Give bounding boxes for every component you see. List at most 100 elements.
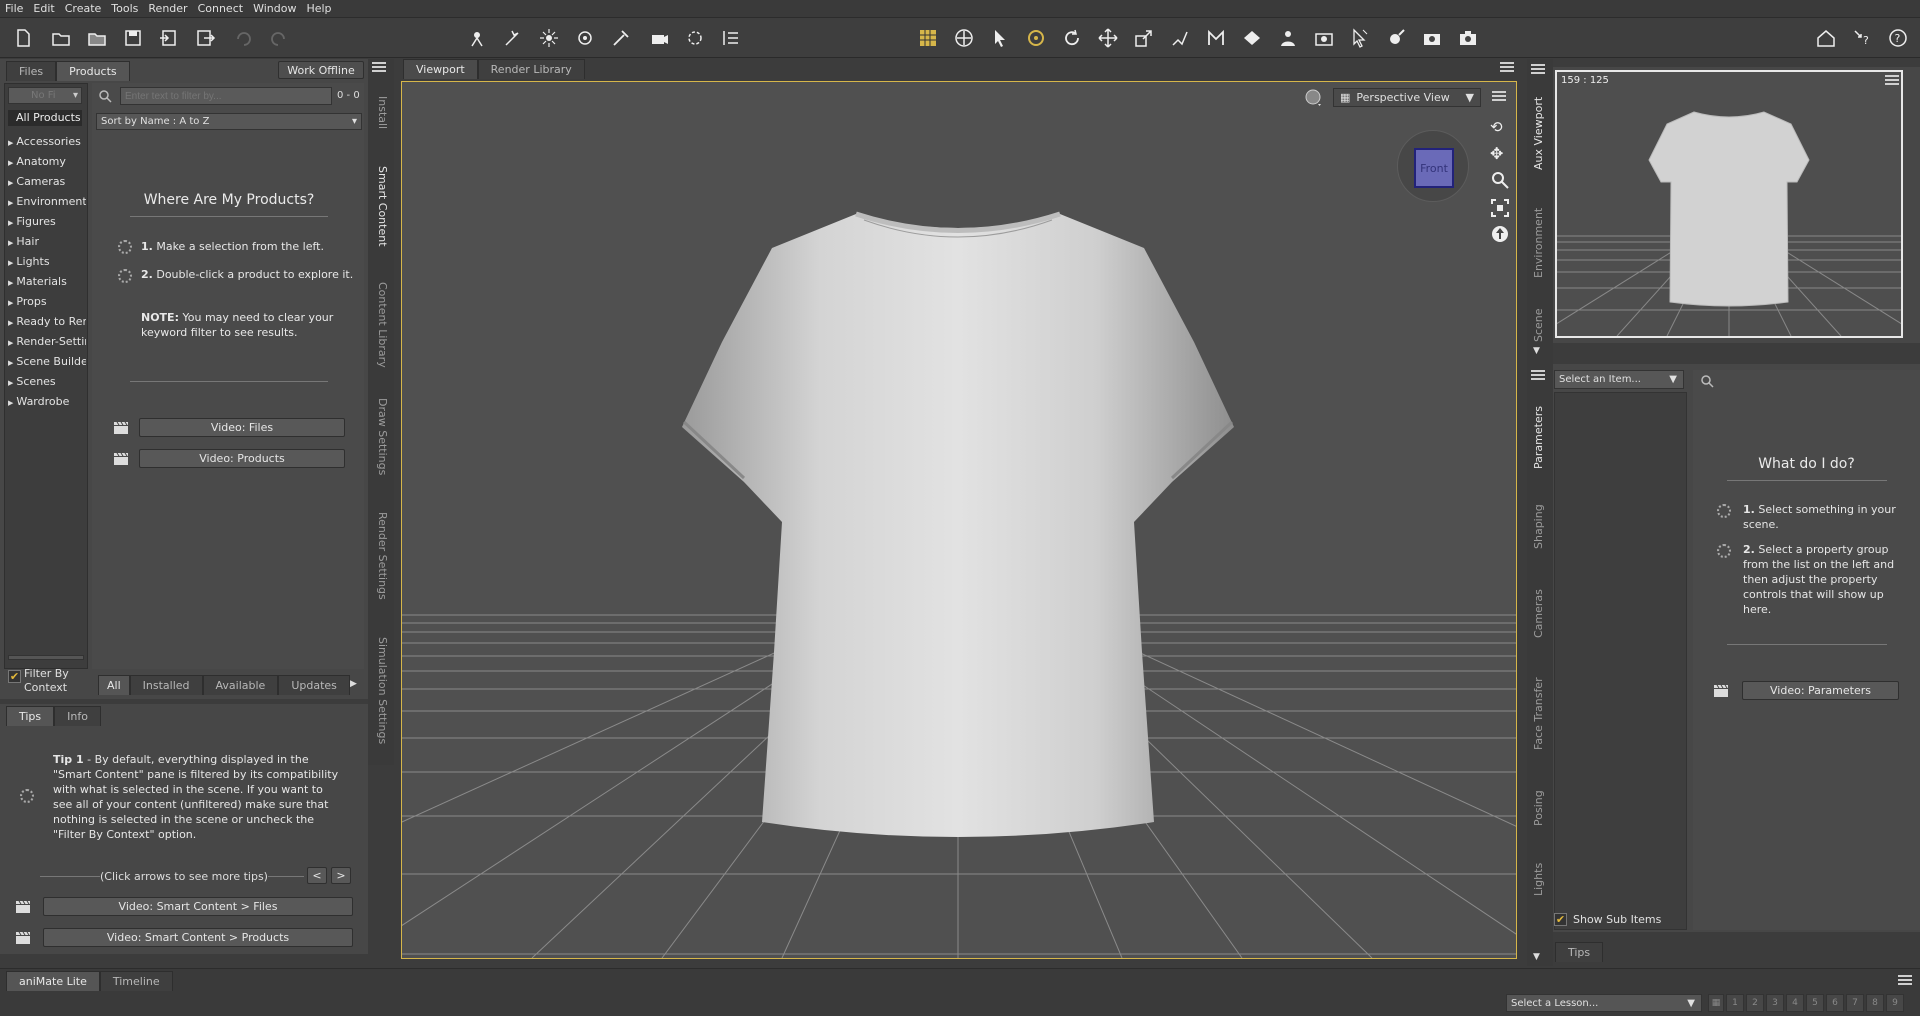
menu-edit[interactable]: Edit	[28, 2, 59, 15]
category-item[interactable]: Environments	[8, 195, 86, 208]
tab-info[interactable]: Info	[54, 706, 101, 726]
bottom-pane-menu-icon[interactable]	[1898, 975, 1912, 987]
menu-render[interactable]: Render	[143, 2, 192, 15]
select-item-dropdown[interactable]: Select an Item... ▼	[1554, 370, 1684, 389]
tab-products[interactable]: Products	[56, 61, 130, 81]
menu-file[interactable]: File	[0, 2, 28, 15]
vtab-install[interactable]: Install	[376, 96, 389, 129]
vtab-simulation-settings[interactable]: Simulation Settings	[376, 637, 389, 744]
tab-updates[interactable]: Updates	[278, 675, 350, 695]
menu-create[interactable]: Create	[60, 2, 107, 15]
node-selection-icon[interactable]	[987, 25, 1013, 51]
save-icon[interactable]	[120, 25, 146, 51]
lesson-page[interactable]: 5	[1806, 994, 1824, 1012]
scale-icon[interactable]	[1131, 25, 1157, 51]
filter-dropdown[interactable]: No Fi ▾	[8, 87, 82, 104]
camera-icon[interactable]	[1455, 25, 1481, 51]
menu-tools[interactable]: Tools	[106, 2, 143, 15]
rotate-icon[interactable]	[1059, 25, 1085, 51]
category-item[interactable]: Ready to Rend	[8, 315, 86, 328]
search-input[interactable]	[120, 87, 332, 105]
video-parameters-button[interactable]: Video: Parameters	[1742, 681, 1899, 700]
tab-tips[interactable]: Tips	[6, 706, 55, 726]
lesson-page[interactable]: 4	[1786, 994, 1804, 1012]
vtab-posing[interactable]: Posing	[1532, 790, 1545, 826]
vtab-lights[interactable]: Lights	[1532, 863, 1545, 896]
category-item[interactable]: Cameras	[8, 175, 86, 188]
panel-toggle-icon[interactable]	[718, 25, 744, 51]
vtab-face-transfer[interactable]: Face Transfer	[1532, 677, 1545, 750]
lesson-page[interactable]: 1	[1726, 994, 1744, 1012]
vtab-scene[interactable]: Scene	[1532, 308, 1545, 342]
spotlight-icon[interactable]	[500, 25, 526, 51]
scroll-right-icon[interactable]: ▶	[350, 679, 357, 689]
lesson-page[interactable]: 6	[1826, 994, 1844, 1012]
vtab-environment[interactable]: Environment	[1532, 208, 1545, 278]
tab-timeline[interactable]: Timeline	[99, 971, 173, 991]
point-light-icon[interactable]	[536, 25, 562, 51]
menu-connect[interactable]: Connect	[193, 2, 248, 15]
render-icon[interactable]	[1419, 25, 1445, 51]
lesson-page[interactable]: 9	[1886, 994, 1904, 1012]
tab-files[interactable]: Files	[6, 61, 57, 81]
category-item[interactable]: Wardrobe	[8, 395, 86, 408]
export-icon[interactable]	[192, 25, 218, 51]
zoom-icon[interactable]	[1490, 170, 1510, 190]
linear-light-icon[interactable]	[608, 25, 634, 51]
vtab-aux-viewport[interactable]: Aux Viewport	[1532, 97, 1545, 170]
property-group-list[interactable]	[1554, 392, 1687, 930]
lesson-page[interactable]: 7	[1846, 994, 1864, 1012]
grid-node-icon[interactable]	[915, 25, 941, 51]
lesson-dropdown[interactable]: Select a Lesson... ▼	[1506, 994, 1702, 1012]
category-item[interactable]: Accessories	[8, 135, 86, 148]
category-item[interactable]: Render-Settin	[8, 335, 86, 348]
universal-tool-icon[interactable]	[951, 25, 977, 51]
vtab-draw-settings[interactable]: Draw Settings	[376, 398, 389, 475]
vtab-parameters[interactable]: Parameters	[1532, 406, 1545, 469]
video-products-button[interactable]: Video: Products	[139, 449, 345, 468]
tab-viewport[interactable]: Viewport	[403, 59, 478, 79]
viewport-menu-icon[interactable]	[1492, 91, 1506, 103]
view-selector[interactable]: ▦ Perspective View ▼	[1333, 88, 1481, 107]
video-smart-content-files-button[interactable]: Video: Smart Content > Files	[43, 897, 353, 916]
viewport-pane-menu-icon[interactable]	[1500, 62, 1514, 74]
draw-style-icon[interactable]	[1304, 88, 1324, 108]
view-cube[interactable]: Front	[1414, 148, 1454, 188]
category-item[interactable]: Props	[8, 295, 86, 308]
lesson-grid-icon[interactable]: ▦	[1708, 994, 1724, 1012]
category-item[interactable]: Anatomy	[8, 155, 86, 168]
lesson-page[interactable]: 3	[1766, 994, 1784, 1012]
horizontal-scrollbar[interactable]	[8, 655, 84, 660]
frame-icon[interactable]	[1490, 198, 1510, 218]
category-item[interactable]: Scene Builder	[8, 355, 86, 368]
help-icon[interactable]: ?	[1885, 25, 1911, 51]
tab-available[interactable]: Available	[202, 675, 279, 695]
menu-window[interactable]: Window	[248, 2, 301, 15]
viewport-canvas[interactable]: ▦ Perspective View ▼ Front ⟲ ✥	[401, 81, 1517, 959]
whats-this-icon[interactable]: ?	[1849, 25, 1875, 51]
camera-create-icon[interactable]	[646, 25, 672, 51]
sort-dropdown[interactable]: Sort by Name : A to Z ▾	[96, 113, 362, 130]
vtab-content-library[interactable]: Content Library	[376, 282, 389, 368]
category-item[interactable]: Scenes	[8, 375, 86, 388]
render-settings-icon[interactable]	[1383, 25, 1409, 51]
vtab-render-settings[interactable]: Render Settings	[376, 512, 389, 600]
category-item[interactable]: Hair	[8, 235, 86, 248]
prev-tip-button[interactable]: <	[307, 867, 327, 884]
active-pose-icon[interactable]	[1023, 25, 1049, 51]
work-offline-button[interactable]: Work Offline	[278, 61, 364, 79]
surface-selection-icon[interactable]	[1239, 25, 1265, 51]
category-item[interactable]: Figures	[8, 215, 86, 228]
filter-by-context-checkbox[interactable]: ✔	[8, 670, 21, 683]
menu-help[interactable]: Help	[301, 2, 336, 15]
joint-editor-icon[interactable]	[1167, 25, 1193, 51]
category-item[interactable]: Materials	[8, 275, 86, 288]
redo-icon[interactable]	[266, 25, 292, 51]
translate-icon[interactable]	[1095, 25, 1121, 51]
tab-all[interactable]: All	[98, 675, 130, 695]
vtab-cameras[interactable]: Cameras	[1532, 589, 1545, 638]
reset-view-icon[interactable]	[1490, 224, 1510, 244]
pan-icon[interactable]: ✥	[1490, 144, 1510, 164]
scroll-down-icon[interactable]: ▼	[1533, 346, 1540, 356]
create-figure-icon[interactable]	[464, 25, 490, 51]
